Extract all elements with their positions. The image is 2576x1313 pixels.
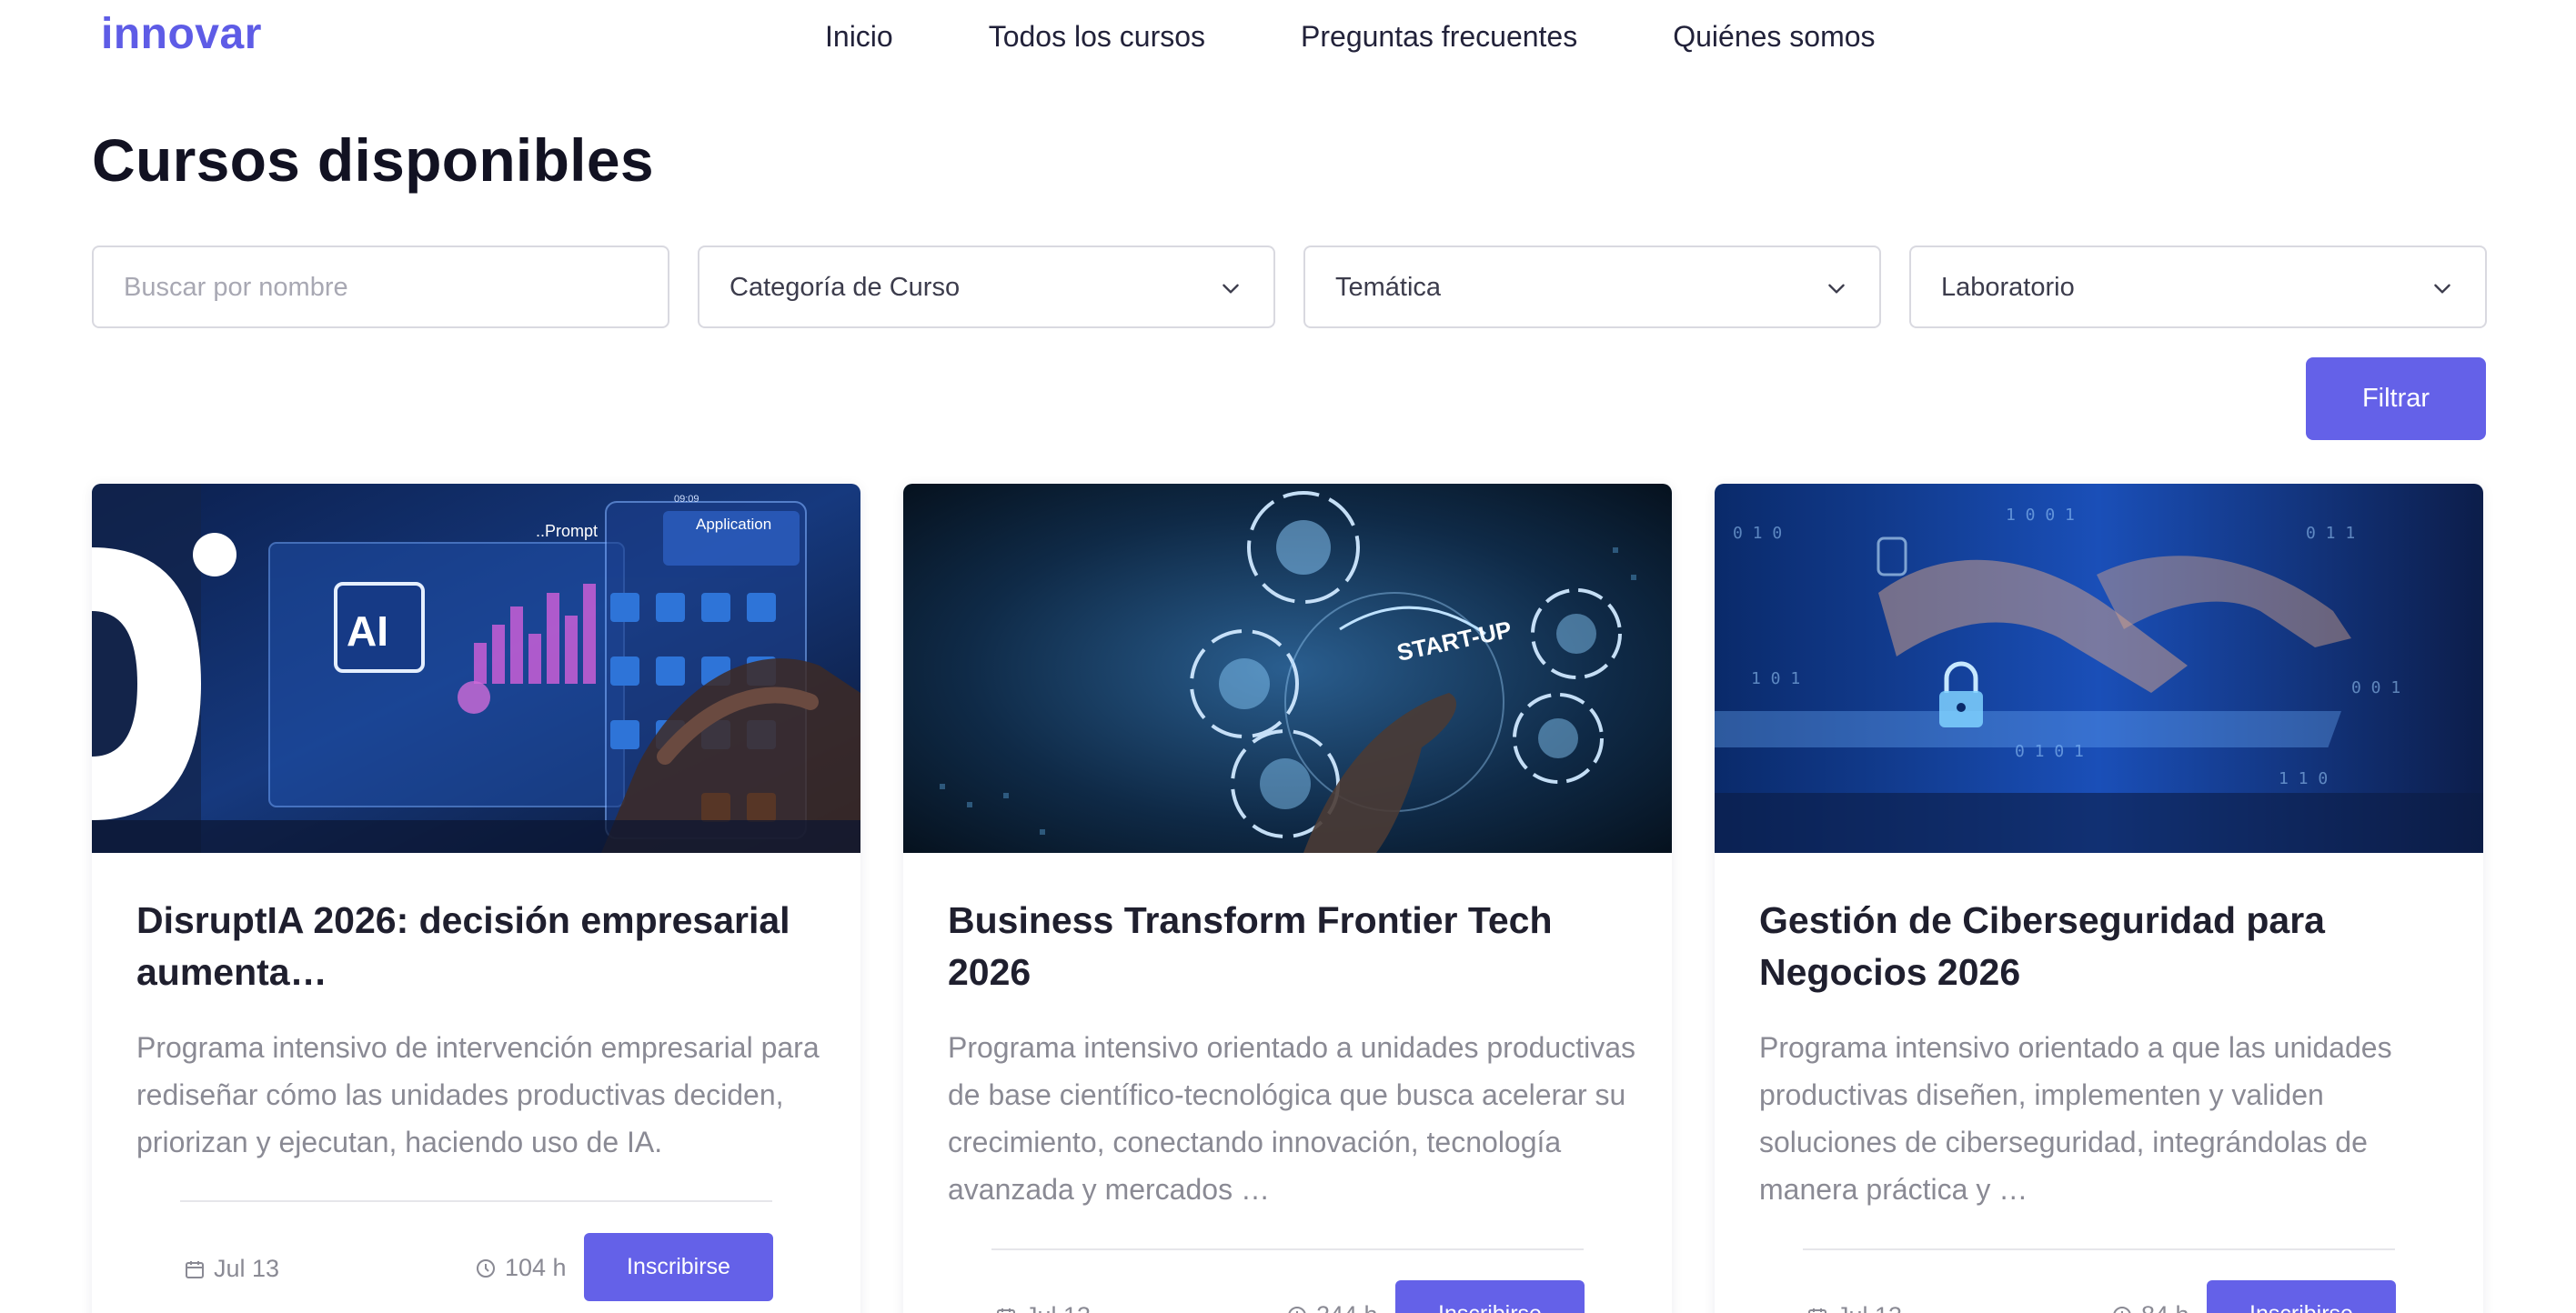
enroll-button[interactable]: Inscribirse — [2207, 1280, 2396, 1313]
binary-digit: 1 0 1 — [1751, 669, 1800, 688]
course-date: Jul 13 — [1806, 1302, 1902, 1313]
nav-links: Inicio Todos los cursos Preguntas frecue… — [825, 20, 1876, 54]
brand-logo[interactable]: innovar — [101, 9, 262, 59]
course-card: START-UP Business Transform Frontier Tec… — [903, 484, 1672, 1313]
image-ai-label: AI — [347, 607, 388, 655]
course-description: Programa intensivo orientado a que las u… — [1759, 1031, 2392, 1206]
card-divider — [991, 1248, 1584, 1250]
card-divider — [180, 1200, 772, 1202]
course-image-startup[interactable]: START-UP — [903, 484, 1672, 853]
course-title[interactable]: DisruptIA 2026: decisión empresarial aum… — [136, 895, 828, 998]
calendar-icon — [997, 1308, 1015, 1313]
image-prompt-label: ..Prompt — [536, 522, 598, 540]
card-divider — [1803, 1248, 2395, 1250]
top-navigation: innovar Inicio Todos los cursos Pregunta… — [0, 0, 2576, 82]
cybersecurity-lock-illustration: 0 1 0 1 0 0 1 0 1 1 1 0 1 0 0 1 0 1 0 1 … — [1715, 484, 2483, 853]
ai-prompt-illustration: 09:09 Application ..Prompt AI — [92, 484, 860, 853]
page-title: Cursos disponibles — [92, 126, 654, 194]
category-select[interactable]: Categoría de Curso — [698, 246, 1275, 328]
course-card: 0 1 0 1 0 0 1 0 1 1 1 0 1 0 0 1 0 1 0 1 … — [1715, 484, 2483, 1313]
search-input[interactable]: Buscar por nombre — [92, 246, 669, 328]
topic-select[interactable]: Temática — [1303, 246, 1881, 328]
calendar-icon — [1808, 1308, 1826, 1313]
enroll-button[interactable]: Inscribirse — [584, 1233, 773, 1301]
clock-icon — [2113, 1306, 2131, 1313]
course-card: 09:09 Application ..Prompt AI DisruptIA … — [92, 484, 860, 1313]
course-title[interactable]: Business Transform Frontier Tech 2026 — [948, 895, 1639, 998]
image-time-label: 09:09 — [674, 494, 699, 505]
course-description: Programa intensivo orientado a unidades … — [948, 1031, 1636, 1206]
lab-select-label: Laboratorio — [1941, 273, 2075, 302]
course-hours: 244 h — [1286, 1301, 1378, 1313]
binary-digit: 1 1 0 — [2279, 769, 2328, 788]
chevron-down-icon — [2434, 284, 2450, 294]
binary-digit: 1 0 0 1 — [2006, 506, 2075, 525]
nav-link-quienes-somos[interactable]: Quiénes somos — [1673, 20, 1875, 54]
course-title[interactable]: Gestión de Ciberseguridad para Negocios … — [1759, 895, 2450, 998]
course-image-ai[interactable]: 09:09 Application ..Prompt AI — [92, 484, 860, 853]
clock-icon — [477, 1258, 495, 1278]
lab-select[interactable]: Laboratorio — [1909, 246, 2487, 328]
chevron-down-icon — [1223, 284, 1239, 294]
course-hours-text: 104 h — [505, 1254, 567, 1281]
course-date-text: Jul 13 — [1836, 1302, 1902, 1313]
filter-button[interactable]: Filtrar — [2306, 357, 2486, 440]
course-description: Programa intensivo de intervención empre… — [136, 1031, 820, 1158]
binary-digit: 0 1 0 — [1733, 524, 1782, 543]
course-date-text: Jul 13 — [214, 1255, 280, 1282]
binary-digit: 0 1 1 — [2306, 524, 2355, 543]
course-date-text: Jul 13 — [1025, 1302, 1091, 1313]
course-hours-text: 244 h — [1316, 1301, 1378, 1313]
course-date: Jul 13 — [995, 1302, 1091, 1313]
course-hours: 84 h — [2111, 1301, 2189, 1313]
course-date: Jul 13 — [184, 1255, 279, 1283]
binary-digit: 0 0 1 — [2351, 678, 2400, 697]
chevron-down-icon — [1828, 284, 1845, 294]
clock-icon — [1288, 1306, 1306, 1313]
nav-link-inicio[interactable]: Inicio — [825, 20, 893, 54]
nav-link-todos-los-cursos[interactable]: Todos los cursos — [989, 20, 1205, 54]
category-select-label: Categoría de Curso — [730, 273, 961, 302]
startup-hologram-illustration: START-UP — [903, 484, 1672, 853]
calendar-icon — [186, 1260, 204, 1278]
image-application-label: Application — [696, 516, 771, 533]
course-hours: 104 h — [475, 1254, 567, 1282]
course-hours-text: 84 h — [2141, 1301, 2189, 1313]
nav-link-preguntas-frecuentes[interactable]: Preguntas frecuentes — [1301, 20, 1577, 54]
topic-select-label: Temática — [1335, 273, 1442, 302]
course-image-cybersecurity[interactable]: 0 1 0 1 0 0 1 0 1 1 1 0 1 0 0 1 0 1 0 1 … — [1715, 484, 2483, 853]
search-placeholder: Buscar por nombre — [124, 273, 348, 302]
enroll-button[interactable]: Inscribirse — [1395, 1280, 1585, 1313]
